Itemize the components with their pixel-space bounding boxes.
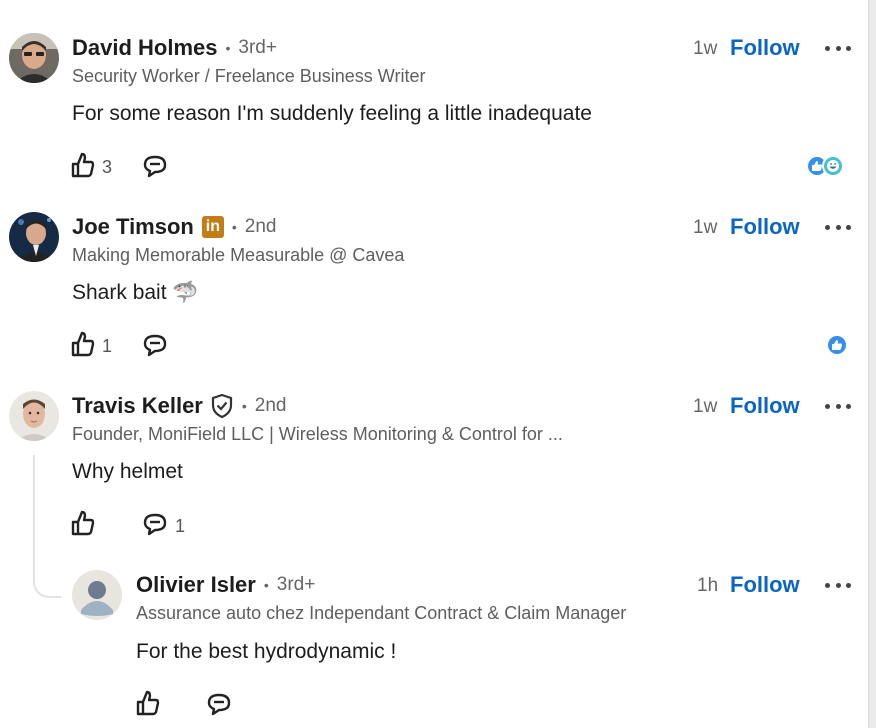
author-headline: Assurance auto chez Independant Contract… <box>136 603 627 623</box>
author-name[interactable]: Olivier Isler <box>136 572 256 598</box>
more-options-icon[interactable] <box>825 579 851 591</box>
reply-button[interactable] <box>205 691 233 721</box>
connection-degree: 3rd+ <box>276 574 316 595</box>
separator-dot: • <box>263 577 269 593</box>
follow-button[interactable]: Follow <box>730 572 800 598</box>
comment-icon <box>205 691 233 722</box>
avatar[interactable] <box>72 570 122 620</box>
comment-time: 1h <box>697 575 719 596</box>
like-button[interactable] <box>135 690 161 720</box>
comment-text: For the best hydrodynamic ! <box>136 640 397 663</box>
thumbs-up-icon <box>135 689 161 722</box>
name-row: Olivier Isler • 3rd+ <box>136 571 315 599</box>
scrollbar-track[interactable] <box>868 0 876 728</box>
reply-olivier-isler: Olivier Isler • 3rd+ Assurance auto chez… <box>0 0 860 728</box>
